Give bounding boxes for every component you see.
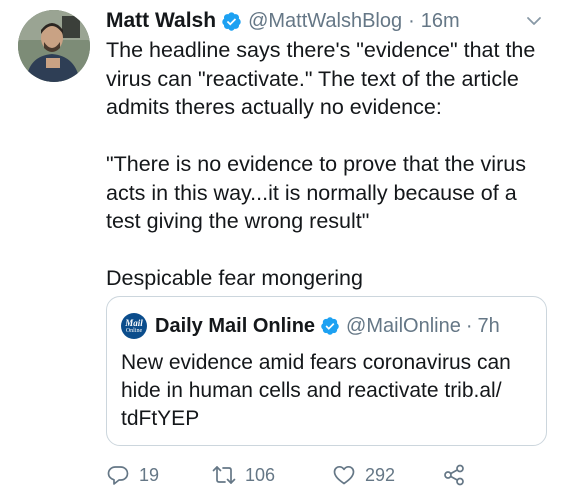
retweet-count: 106 [245, 464, 276, 485]
avatar[interactable] [18, 10, 90, 82]
tweet[interactable]: Matt Walsh @MattWalshBlog · 16m The head… [0, 0, 564, 500]
quoted-text-line[interactable]: tdFtYEP [121, 405, 536, 433]
reply-button[interactable]: 19 [106, 460, 159, 490]
like-count: 292 [365, 464, 396, 485]
author-handle[interactable]: @MattWalshBlog [248, 10, 402, 33]
tweet-text-line: "There is no evidence to prove that the … [106, 152, 526, 176]
reply-icon [107, 466, 129, 485]
author-name[interactable]: Matt Walsh [106, 9, 216, 33]
tweet-text-line: admits theres actually no evidence: [106, 95, 442, 119]
retweet-icon [212, 466, 236, 484]
logo-line-1: Mail [125, 317, 143, 328]
tweet-actions: 19 106 292 [106, 460, 546, 490]
share-button[interactable] [442, 460, 466, 490]
mail-online-logo: Mail Online [121, 313, 147, 339]
quoted-author-handle[interactable]: @MailOnline [346, 315, 461, 338]
like-button[interactable]: 292 [332, 460, 395, 490]
verified-badge-icon [222, 11, 241, 31]
reply-count: 19 [139, 464, 160, 485]
share-icon [444, 464, 464, 486]
quoted-timestamp[interactable]: 7h [478, 315, 500, 338]
verified-badge-icon [321, 317, 339, 335]
tweet-text-line: Despicable fear mongering [106, 266, 363, 290]
like-icon [333, 465, 355, 485]
quoted-text-line[interactable]: hide in human cells and reactivate trib.… [121, 377, 536, 405]
quoted-tweet[interactable]: Mail Online Daily Mail Online @MailOnlin… [106, 296, 547, 446]
tweet-text-line: acts in this way...it is normally becaus… [106, 180, 517, 205]
chevron-down-icon[interactable] [524, 12, 544, 30]
timestamp[interactable]: 16m [421, 10, 460, 33]
tweet-header: Matt Walsh @MattWalshBlog · 16m [106, 8, 460, 34]
quoted-author-name[interactable]: Daily Mail Online [155, 315, 315, 338]
tweet-text-line: virus can "reactivate." The text of the … [106, 66, 519, 91]
separator-dot: · [408, 9, 415, 32]
separator-dot: · [465, 314, 473, 337]
tweet-text-line: test giving the wrong result" [106, 209, 370, 233]
tweet-text: The headline says there's "evidence" tha… [106, 36, 546, 293]
tweet-text-line: The headline says there's "evidence" tha… [106, 38, 536, 62]
logo-line-2: Online [125, 327, 143, 334]
quoted-tweet-header: Mail Online Daily Mail Online @MailOnlin… [121, 313, 500, 339]
avatar-photo [18, 10, 90, 82]
retweet-button[interactable]: 106 [212, 460, 275, 490]
quoted-text-line: New evidence amid fears coronavirus can [121, 351, 511, 374]
quoted-tweet-text: New evidence amid fears coronavirus can … [121, 349, 536, 433]
